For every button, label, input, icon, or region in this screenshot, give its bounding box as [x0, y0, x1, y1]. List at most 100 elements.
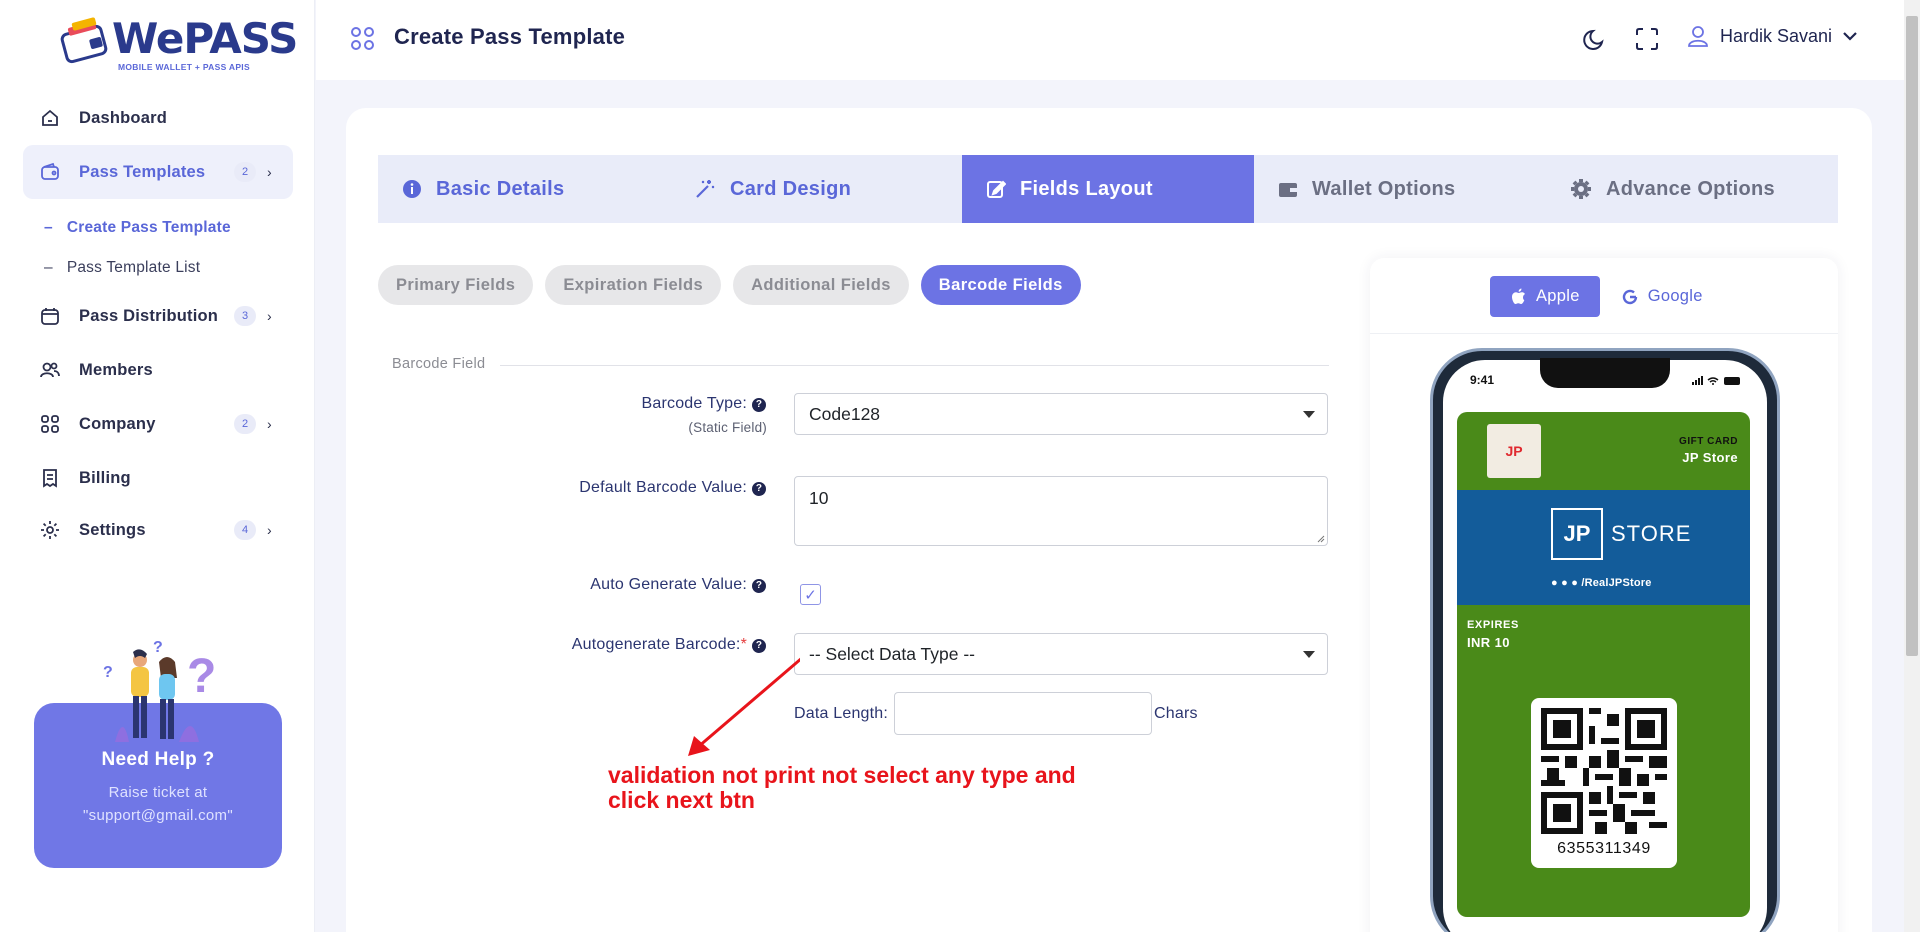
- user-menu[interactable]: Hardik Savani: [1686, 24, 1858, 48]
- count-badge: 2: [234, 162, 256, 182]
- barcode-box: 6355311349: [1531, 698, 1677, 868]
- data-length-input[interactable]: [894, 692, 1152, 735]
- page-title: Create Pass Template: [394, 24, 626, 49]
- chars-label: Chars: [1154, 705, 1198, 722]
- sidebar-item-settings[interactable]: Settings 4 ›: [23, 503, 293, 557]
- strip-logo: JP STORE: [1551, 508, 1691, 560]
- tab-label: Google: [1647, 287, 1703, 305]
- subtab-primary-fields[interactable]: Primary Fields: [378, 265, 534, 305]
- status-icons: [1692, 376, 1740, 385]
- label-text: Barcode Type:: [641, 395, 747, 412]
- auto-generate-checkbox[interactable]: ✓: [800, 584, 821, 605]
- home-icon: [39, 107, 61, 129]
- help-text: Raise ticket at "support@gmail.com": [34, 781, 282, 827]
- pass-field-label: EXPIRES: [1467, 619, 1519, 631]
- calendar-icon: [39, 305, 61, 327]
- pass-strip-image: JP STORE ● ● ● /RealJPStore: [1457, 490, 1750, 605]
- sidebar-item-label: Pass Distribution: [79, 306, 219, 325]
- chevron-right-icon: ›: [267, 416, 272, 432]
- chevron-down-icon: [1843, 32, 1857, 41]
- strip-social: ● ● ● /RealJPStore: [1551, 577, 1652, 589]
- sidebar-item-label: Settings: [79, 520, 146, 539]
- select-value: -- Select Data Type --: [809, 643, 975, 664]
- sidebar-item-pass-distribution[interactable]: Pass Distribution 3 ›: [23, 289, 293, 343]
- tab-apple[interactable]: Apple: [1490, 276, 1600, 317]
- sidebar-subitem-pass-template-list[interactable]: – Pass Template List: [44, 259, 200, 277]
- subtab-barcode-fields[interactable]: Barcode Fields: [920, 265, 1081, 305]
- pass-header-value: JP Store: [1682, 450, 1738, 465]
- scrollbar-thumb[interactable]: [1906, 16, 1918, 656]
- help-icon[interactable]: ?: [752, 579, 766, 593]
- sidebar-subitem-label: Pass Template List: [66, 259, 201, 276]
- auto-generate-value-label: Auto Generate Value:?: [590, 576, 766, 594]
- tab-fields-layout[interactable]: Fields Layout: [962, 155, 1254, 223]
- sidebar-item-billing[interactable]: Billing: [23, 451, 293, 505]
- barcode-type-sublabel: (Static Field): [688, 420, 767, 435]
- barcode-type-select[interactable]: Code128: [794, 393, 1328, 435]
- sidebar-item-dashboard[interactable]: Dashboard: [23, 91, 293, 145]
- sidebar-item-company[interactable]: Company 2 ›: [23, 397, 293, 451]
- check-icon: ✓: [804, 586, 817, 604]
- help-illustration: ? ? ?: [103, 639, 216, 742]
- caret-down-icon: [1303, 651, 1315, 658]
- dash-bullet-icon: –: [44, 219, 53, 236]
- sidebar-item-members[interactable]: Members: [23, 343, 293, 397]
- barcode-type-label: Barcode Type:?: [642, 395, 766, 413]
- sidebar-subitem-create-pass-template[interactable]: – Create Pass Template: [44, 219, 231, 237]
- tab-wallet-options[interactable]: Wallet Options: [1254, 155, 1546, 223]
- users-icon: [39, 359, 61, 381]
- tab-advance-options[interactable]: Advance Options: [1546, 155, 1838, 223]
- info-icon: [403, 180, 421, 198]
- tab-google[interactable]: Google: [1602, 276, 1723, 317]
- fieldset-divider: [500, 365, 1329, 366]
- user-name: Hardik Savani: [1720, 25, 1833, 46]
- user-icon: [1688, 26, 1708, 47]
- sidebar-item-label: Company: [79, 414, 156, 433]
- help-title: Need Help ?: [101, 749, 215, 770]
- default-barcode-value-label: Default Barcode Value:?: [579, 479, 766, 497]
- apps-grid-icon[interactable]: [350, 26, 376, 52]
- gear-icon: [39, 519, 61, 541]
- sidebar-item-label: Members: [79, 360, 153, 379]
- tab-label: Basic Details: [436, 177, 565, 200]
- receipt-icon: [39, 467, 61, 489]
- svg-text:?: ?: [153, 639, 163, 656]
- social-handle: /RealJPStore: [1581, 577, 1652, 589]
- data-length-label: Data Length:: [794, 705, 889, 722]
- wallet-logo-icon: [60, 17, 108, 64]
- chevron-right-icon: ›: [267, 522, 272, 538]
- svg-text:?: ?: [187, 650, 216, 703]
- chevron-right-icon: ›: [267, 164, 272, 180]
- phone-notch: [1540, 358, 1670, 388]
- help-icon[interactable]: ?: [752, 482, 766, 496]
- subtab-expiration-fields[interactable]: Expiration Fields: [545, 265, 722, 305]
- svg-text:?: ?: [103, 664, 113, 681]
- tab-card-design[interactable]: Card Design: [670, 155, 962, 223]
- strip-store-word: STORE: [1611, 521, 1692, 546]
- fullscreen-icon[interactable]: [1634, 26, 1660, 52]
- autogenerate-barcode-select[interactable]: -- Select Data Type --: [794, 633, 1328, 675]
- google-icon: [1622, 289, 1637, 304]
- help-icon[interactable]: ?: [752, 398, 766, 412]
- sidebar-item-label: Dashboard: [79, 108, 167, 127]
- sidebar-item-label: Pass Templates: [79, 162, 206, 181]
- pass-field-value: INR 10: [1467, 635, 1510, 650]
- annotation-arrow: [688, 657, 800, 756]
- sidebar-item-label: Billing: [79, 468, 131, 487]
- brand-logo[interactable]: WePASS MOBILE WALLET + PASS APIS: [60, 14, 298, 72]
- preview-divider: [1370, 333, 1838, 334]
- sidebar-item-pass-templates[interactable]: Pass Templates 2 ›: [23, 145, 293, 199]
- pass-card: JP GIFT CARD JP Store JP STORE ● ● ● /Re…: [1457, 412, 1750, 917]
- brand-name: WePASS: [112, 14, 298, 63]
- step-tabs: Basic Details Card Design Fields Layout …: [378, 155, 1838, 223]
- tab-basic-details[interactable]: Basic Details: [378, 155, 670, 223]
- gear-icon: [1571, 179, 1591, 199]
- dark-mode-icon[interactable]: [1582, 26, 1608, 52]
- input-value: 10: [809, 488, 829, 508]
- subtab-additional-fields[interactable]: Additional Fields: [733, 265, 909, 305]
- default-barcode-value-input[interactable]: 10: [794, 476, 1328, 546]
- tab-label: Fields Layout: [1020, 177, 1153, 200]
- resize-handle-icon[interactable]: [1317, 535, 1325, 543]
- edit-icon: [987, 180, 1006, 198]
- count-badge: 4: [234, 520, 256, 540]
